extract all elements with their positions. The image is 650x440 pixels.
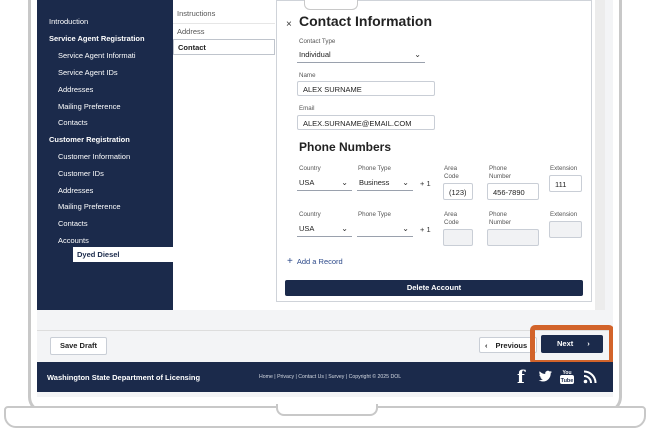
chevron-down-icon: ⌄ xyxy=(414,50,421,59)
sidebar-item-customer-information[interactable]: Customer Information xyxy=(58,152,130,161)
extension-field[interactable]: 111 xyxy=(549,175,582,192)
sidebar-item-service-agent-registration[interactable]: Service Agent Registration xyxy=(49,34,172,43)
sidebar-item-service-agent-information[interactable]: Service Agent Informati xyxy=(58,51,172,60)
sidebar-item-service-agent-ids[interactable]: Service Agent IDs xyxy=(58,68,118,77)
area-code-label: Area Code xyxy=(444,211,459,226)
subnav-item-contact[interactable]: Contact xyxy=(173,39,275,55)
name-label: Name xyxy=(299,72,316,79)
footer-title: Washington State Department of Licensing xyxy=(47,373,201,382)
chevron-down-icon: ⌄ xyxy=(341,178,348,187)
sidebar-item-customer-ids[interactable]: Customer IDs xyxy=(58,169,104,178)
sidebar-item-customer-contacts[interactable]: Contacts xyxy=(58,219,88,228)
name-field[interactable]: ALEX SURNAME xyxy=(297,81,435,96)
email-label: Email xyxy=(299,105,315,112)
contact-type-value: Individual xyxy=(299,50,331,59)
scrollbar[interactable] xyxy=(595,0,605,310)
sidebar-item-addresses[interactable]: Addresses xyxy=(58,85,93,94)
sidebar-item-dyed-diesel[interactable]: Dyed Diesel xyxy=(73,247,173,262)
country-select[interactable]: USA ⌄ xyxy=(297,175,352,191)
chevron-down-icon: ⌄ xyxy=(402,178,409,187)
email-field[interactable]: ALEX.SURNAME@EMAIL.COM xyxy=(297,115,435,130)
area-code-label: Area Code xyxy=(444,165,459,180)
sidebar-item-introduction[interactable]: Introduction xyxy=(49,17,88,26)
country-code-text: + 1 xyxy=(420,179,431,188)
left-sidebar: Introduction Service Agent Registration … xyxy=(37,0,173,310)
youtube-icon[interactable]: You Tube xyxy=(559,368,575,385)
phone-type-label: Phone Type xyxy=(358,165,391,172)
country-value: USA xyxy=(299,178,315,187)
contact-information-title: Contact Information xyxy=(299,13,432,29)
country-select[interactable]: USA ⌄ xyxy=(297,221,352,237)
application-window: Introduction Service Agent Registration … xyxy=(37,0,613,397)
plus-icon: + xyxy=(287,256,293,267)
site-footer: Washington State Department of Licensing… xyxy=(37,362,613,392)
facebook-icon[interactable]: f xyxy=(517,367,525,388)
phone-numbers-title: Phone Numbers xyxy=(299,140,392,154)
footer-links[interactable]: Home | Privacy | Contact Us | Survey | C… xyxy=(259,374,401,380)
sidebar-item-contacts[interactable]: Contacts xyxy=(58,118,88,127)
phone-number-field[interactable] xyxy=(487,229,539,246)
add-record-link[interactable]: + Add a Record xyxy=(287,256,343,267)
chevron-down-icon: ⌄ xyxy=(402,224,409,233)
area-code-field[interactable] xyxy=(443,229,473,246)
twitter-icon[interactable] xyxy=(537,370,553,384)
extension-field[interactable] xyxy=(549,221,582,238)
country-label: Country xyxy=(299,165,321,172)
phone-number-label: Phone Number xyxy=(489,211,512,226)
chevron-down-icon: ⌄ xyxy=(341,224,348,233)
phone-type-select[interactable]: Business ⌄ xyxy=(357,175,413,191)
phone-type-value: Business xyxy=(359,178,390,187)
main-content: × Contact Information Contact Type Indiv… xyxy=(275,0,595,310)
previous-button[interactable]: ‹ Previous xyxy=(479,337,537,353)
subnav-item-address[interactable]: Address xyxy=(173,23,275,39)
camera-notch xyxy=(304,0,358,10)
extension-label: Extension xyxy=(550,211,578,218)
country-code-text: + 1 xyxy=(420,225,431,234)
next-button-highlight xyxy=(530,325,613,365)
save-draft-button[interactable]: Save Draft xyxy=(50,337,107,355)
previous-label: Previous xyxy=(495,341,528,350)
svg-text:Tube: Tube xyxy=(561,378,574,384)
close-icon[interactable]: × xyxy=(286,19,292,30)
contact-card: × Contact Information Contact Type Indiv… xyxy=(276,0,592,302)
country-value: USA xyxy=(299,224,315,233)
country-label: Country xyxy=(299,211,321,218)
area-code-field[interactable]: (123) xyxy=(443,183,473,200)
contact-type-select[interactable]: Individual ⌄ xyxy=(297,47,425,63)
sidebar-item-customer-registration[interactable]: Customer Registration xyxy=(49,135,130,144)
phone-number-field[interactable]: 456-7890 xyxy=(487,183,539,200)
laptop-notch xyxy=(276,404,378,416)
subnav-item-instructions[interactable]: Instructions xyxy=(173,6,275,22)
extension-label: Extension xyxy=(550,165,578,172)
sidebar-item-customer-addresses[interactable]: Addresses xyxy=(58,186,93,195)
sidebar-item-accounts[interactable]: Accounts xyxy=(58,236,89,245)
sidebar-item-customer-mailing-preference[interactable]: Mailing Preference xyxy=(58,202,121,211)
sidebar-item-mailing-preference[interactable]: Mailing Preference xyxy=(58,102,121,111)
section-subnav: Instructions Address Contact xyxy=(173,0,276,310)
chevron-left-icon: ‹ xyxy=(485,341,488,350)
delete-account-button[interactable]: Delete Account xyxy=(285,280,583,296)
rss-icon[interactable] xyxy=(583,370,597,384)
add-record-label: Add a Record xyxy=(296,257,343,266)
contact-type-label: Contact Type xyxy=(299,38,336,45)
phone-type-label: Phone Type xyxy=(358,211,391,218)
phone-type-select[interactable]: ⌄ xyxy=(357,221,413,237)
phone-number-label: Phone Number xyxy=(489,165,512,180)
